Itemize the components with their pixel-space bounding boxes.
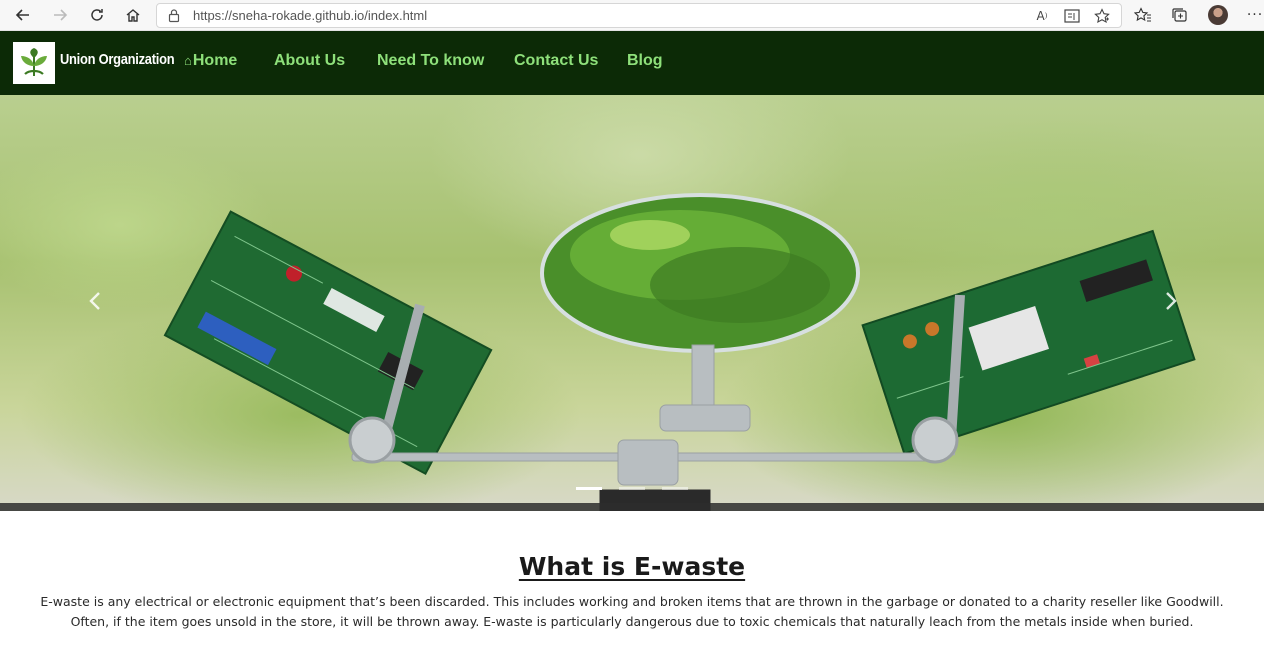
site-brand[interactable]: Union Organization <box>60 51 175 68</box>
home-icon: ⌂ <box>184 53 192 68</box>
magnifier-lens <box>540 193 860 353</box>
collections-icon[interactable] <box>1170 6 1190 24</box>
chevron-left-icon[interactable] <box>88 291 102 311</box>
profile-avatar[interactable] <box>1208 5 1228 25</box>
nav-link-contact-us[interactable]: Contact Us <box>514 52 598 70</box>
lock-icon[interactable] <box>167 8 181 23</box>
forward-icon[interactable] <box>48 4 72 26</box>
chevron-right-icon[interactable] <box>1164 291 1178 311</box>
nav-link-home[interactable]: ⌂Home <box>184 52 237 70</box>
favorites-icon[interactable] <box>1133 6 1153 24</box>
carousel-indicator[interactable] <box>576 487 602 490</box>
section-title: What is E-waste <box>0 552 1264 581</box>
carousel-indicator[interactable] <box>662 487 688 490</box>
read-aloud-icon[interactable]: A) <box>1033 8 1051 24</box>
nav-link-label: Home <box>192 52 238 69</box>
hero-image <box>163 193 1196 511</box>
more-icon[interactable]: ··· <box>1245 6 1264 24</box>
circuit-board-left <box>163 210 493 476</box>
reader-view-icon[interactable] <box>1063 8 1081 24</box>
hero-bottom-edge <box>0 503 1264 511</box>
site-navbar: Union Organization ⌂Home About Us Need T… <box>0 31 1264 95</box>
nav-link-need-to-know[interactable]: Need To know <box>377 52 484 70</box>
home-icon[interactable] <box>121 4 145 26</box>
circuit-board-right <box>861 229 1196 455</box>
browser-toolbar: https://sneha-rokade.github.io/index.htm… <box>0 0 1264 31</box>
nav-link-blog[interactable]: Blog <box>627 52 663 70</box>
refresh-icon[interactable] <box>85 4 109 26</box>
favorite-add-icon[interactable] <box>1093 8 1111 24</box>
section-title-text: What is E-waste <box>518 552 746 581</box>
nav-link-about-us[interactable]: About Us <box>274 52 345 70</box>
section-text: E-waste is any electrical or electronic … <box>40 594 1224 629</box>
carousel-indicator[interactable] <box>619 487 645 490</box>
hero-carousel <box>0 95 1264 511</box>
leaf-logo-icon[interactable] <box>13 42 55 84</box>
address-bar[interactable]: https://sneha-rokade.github.io/index.htm… <box>156 3 1122 28</box>
url-text[interactable]: https://sneha-rokade.github.io/index.htm… <box>193 8 427 23</box>
back-icon[interactable] <box>11 4 35 26</box>
